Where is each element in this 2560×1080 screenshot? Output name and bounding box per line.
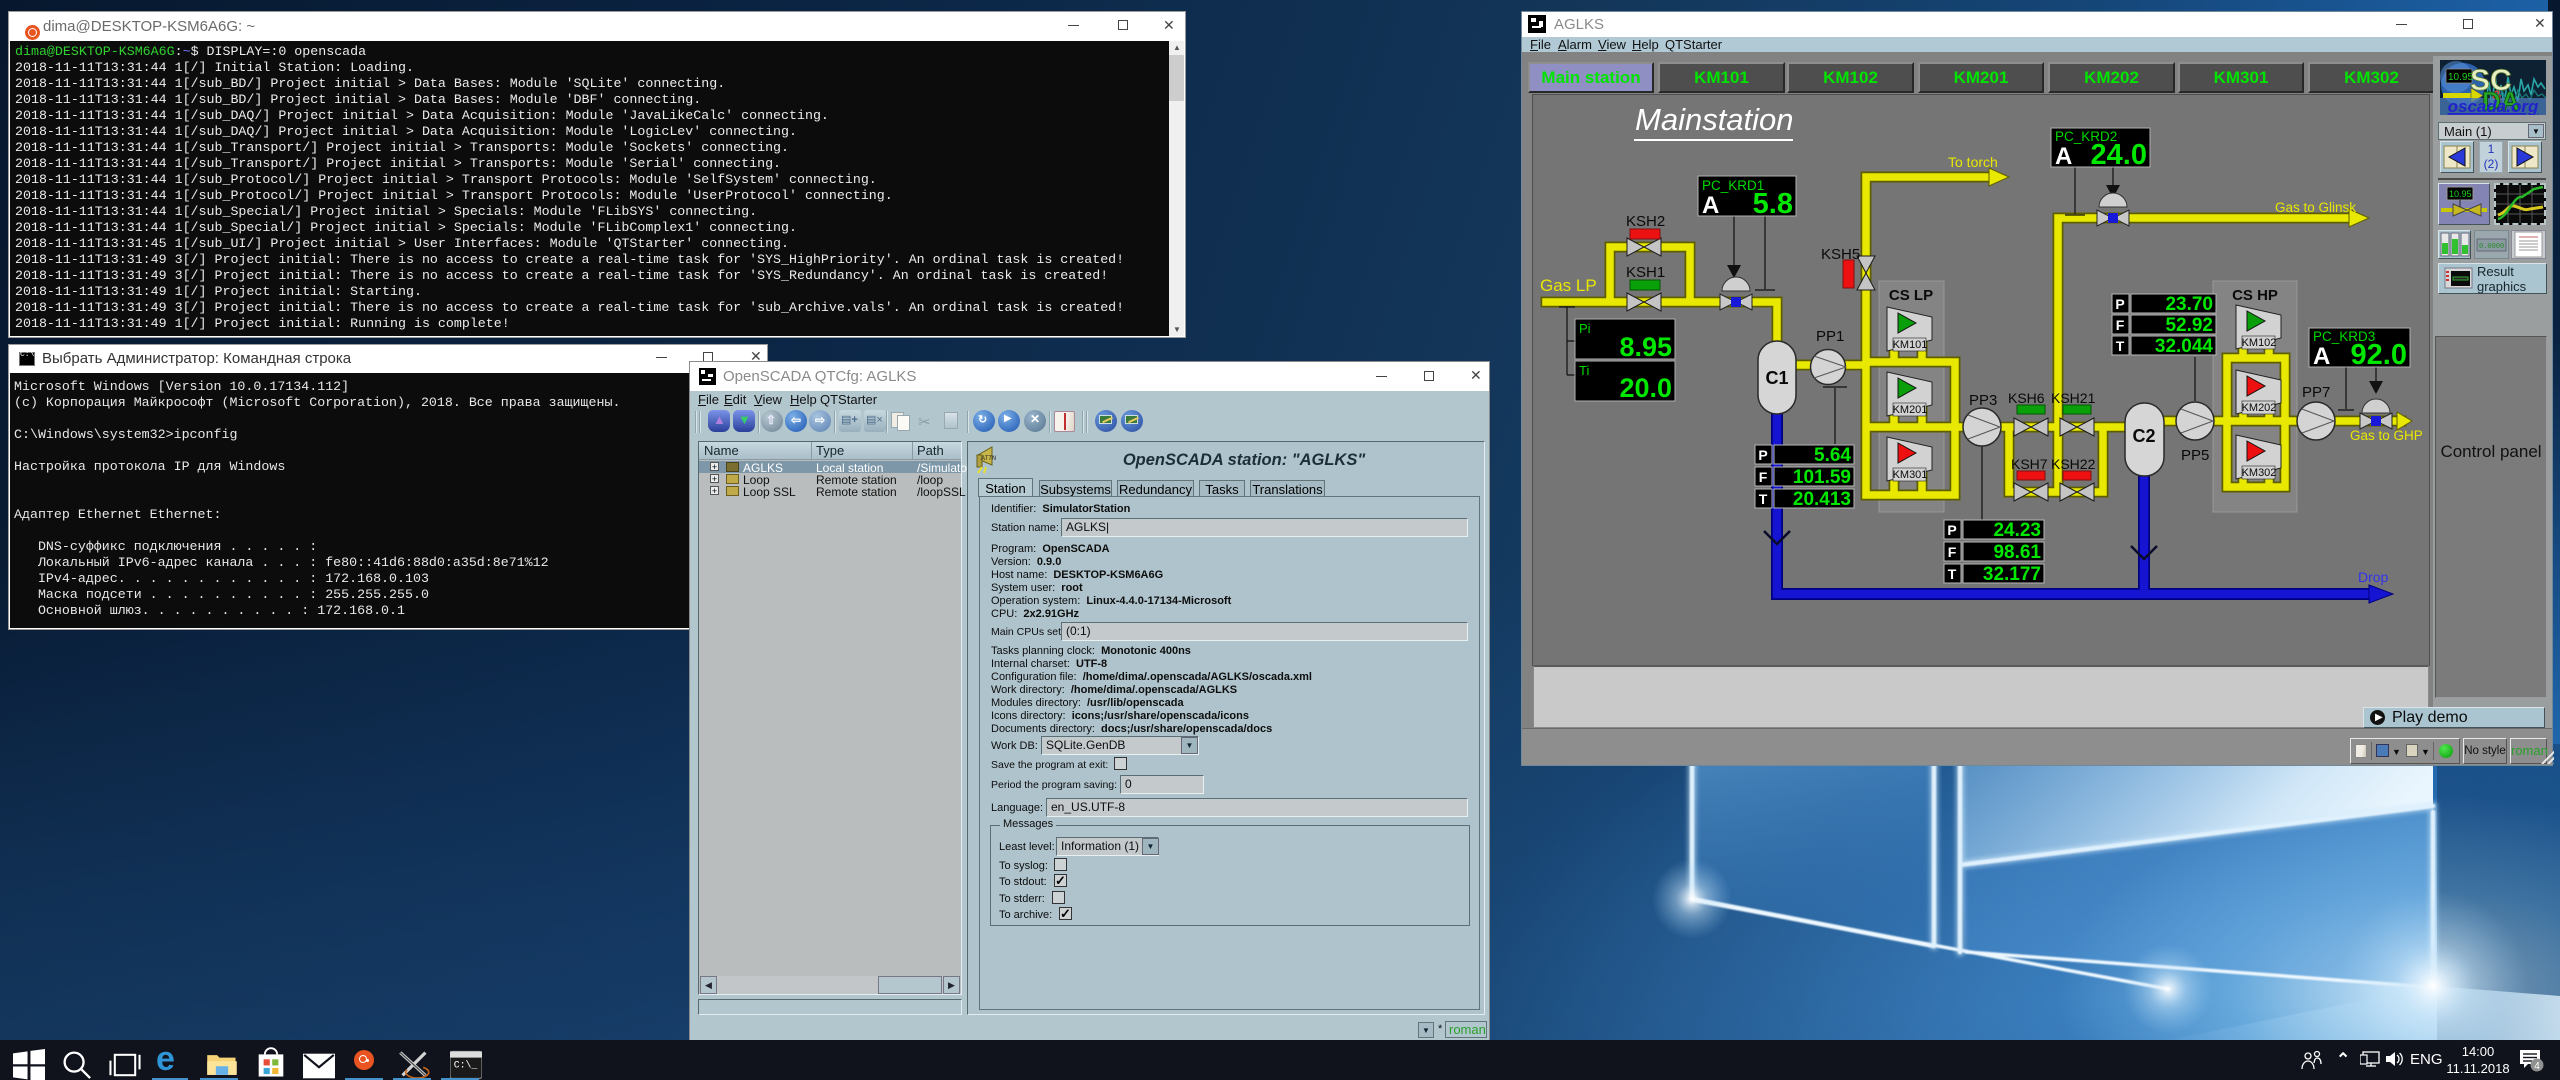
svg-text:P: P bbox=[1758, 447, 1767, 463]
svg-text:KSH7: KSH7 bbox=[2011, 456, 2048, 472]
svg-text:Gas to Glinsk: Gas to Glinsk bbox=[2275, 200, 2356, 215]
svg-text:4: 4 bbox=[2534, 1061, 2540, 1072]
svg-text:10.95: 10.95 bbox=[2449, 189, 2472, 199]
svg-text:A: A bbox=[2313, 343, 2330, 370]
svg-text:32.044: 32.044 bbox=[2155, 336, 2214, 357]
svg-text:101.59: 101.59 bbox=[1793, 467, 1851, 488]
svg-text:0.0000: 0.0000 bbox=[2479, 243, 2504, 251]
svg-text:20.0: 20.0 bbox=[1619, 373, 1672, 403]
svg-text:PP1: PP1 bbox=[1816, 328, 1844, 345]
svg-text:23.70: 23.70 bbox=[2165, 294, 2213, 315]
svg-text:98.61: 98.61 bbox=[1993, 542, 2041, 563]
svg-text:KSH6: KSH6 bbox=[2008, 390, 2045, 406]
svg-text:KSH22: KSH22 bbox=[2051, 456, 2096, 472]
svg-text:Drop: Drop bbox=[2358, 569, 2389, 585]
svg-text:C1: C1 bbox=[1765, 368, 1788, 388]
svg-text:T: T bbox=[1948, 566, 1957, 582]
svg-text:KM302: KM302 bbox=[2242, 467, 2277, 479]
svg-text:KSH2: KSH2 bbox=[1626, 213, 1665, 230]
svg-text:20.413: 20.413 bbox=[1793, 489, 1851, 510]
svg-text:Gas to GHP: Gas to GHP bbox=[2350, 428, 2423, 443]
svg-text:KM301: KM301 bbox=[1893, 469, 1928, 481]
svg-text:C2: C2 bbox=[2132, 426, 2155, 446]
svg-text:KM202: KM202 bbox=[2242, 402, 2277, 414]
svg-text:A: A bbox=[2055, 143, 2072, 170]
svg-text:oscada.org: oscada.org bbox=[2448, 97, 2539, 115]
svg-text:32.177: 32.177 bbox=[1983, 564, 2041, 585]
svg-text:24.0: 24.0 bbox=[2091, 139, 2147, 171]
svg-text:Pi: Pi bbox=[1579, 321, 1591, 336]
svg-text:KM102: KM102 bbox=[2242, 337, 2277, 349]
svg-text:5.8: 5.8 bbox=[1753, 188, 1793, 220]
svg-text:KSH5: KSH5 bbox=[1821, 246, 1860, 263]
svg-text:KM101: KM101 bbox=[1893, 339, 1928, 351]
svg-text:F: F bbox=[1948, 544, 1957, 560]
svg-text:PP5: PP5 bbox=[2181, 447, 2209, 464]
svg-text:24.23: 24.23 bbox=[1993, 520, 2041, 541]
svg-text:P: P bbox=[2115, 296, 2124, 312]
svg-text:Gas LP: Gas LP bbox=[1540, 276, 1597, 295]
svg-text:F: F bbox=[2116, 317, 2125, 333]
svg-text:T: T bbox=[2116, 338, 2125, 354]
svg-text:KM201: KM201 bbox=[1893, 404, 1928, 416]
svg-text:F: F bbox=[1759, 469, 1768, 485]
svg-text:CS HP: CS HP bbox=[2232, 287, 2278, 304]
svg-text:PP7: PP7 bbox=[2302, 384, 2330, 401]
svg-text:8.95: 8.95 bbox=[1619, 332, 1672, 362]
svg-text:C:\_: C:\_ bbox=[454, 1059, 478, 1070]
svg-text:CS LP: CS LP bbox=[1889, 287, 1933, 304]
svg-text:KSH21: KSH21 bbox=[2051, 390, 2096, 406]
svg-text:P: P bbox=[1947, 522, 1956, 538]
svg-text:KSH1: KSH1 bbox=[1626, 264, 1665, 281]
svg-text:92.0: 92.0 bbox=[2351, 339, 2407, 371]
svg-text:Mainstation: Mainstation bbox=[1635, 102, 1794, 137]
svg-text:Ti: Ti bbox=[1579, 363, 1589, 378]
svg-text:PP3: PP3 bbox=[1969, 392, 1997, 409]
svg-text:T: T bbox=[1759, 491, 1768, 507]
svg-text:To torch: To torch bbox=[1948, 154, 1998, 170]
svg-text:A: A bbox=[1702, 192, 1719, 219]
svg-text:5.64: 5.64 bbox=[1814, 445, 1851, 466]
svg-text:52.92: 52.92 bbox=[2165, 315, 2213, 336]
svg-text:ATTN: ATTN bbox=[980, 456, 997, 462]
